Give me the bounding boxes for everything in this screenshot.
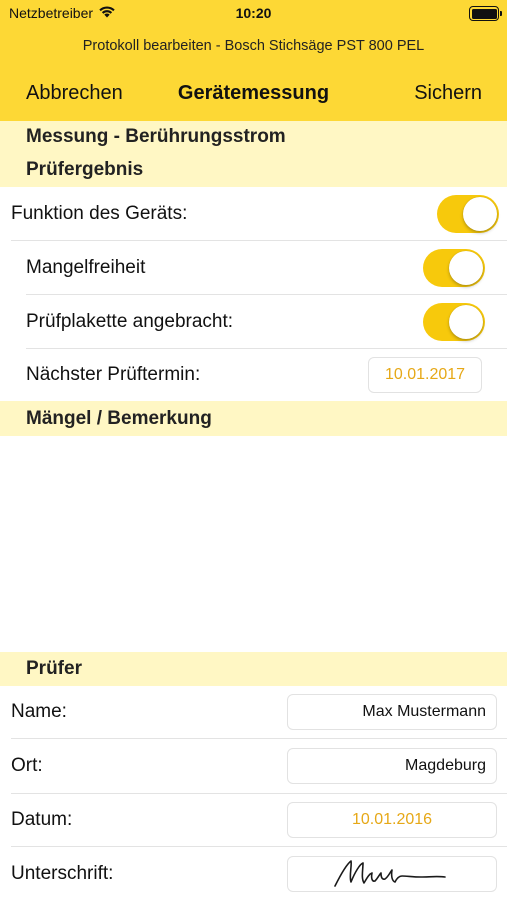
section-result-label: Prüfergebnis — [26, 159, 144, 180]
section-header-measurement: Messung - Berührungsstrom — [0, 121, 507, 153]
signature-field[interactable] — [287, 856, 497, 892]
date-field[interactable]: 10.01.2016 — [287, 802, 497, 838]
defects-notes-textarea[interactable] — [0, 436, 507, 652]
date-label: Datum: — [11, 809, 73, 830]
section-measurement-label: Messung - Berührungsstrom — [26, 126, 286, 147]
status-bar: Netzbetreiber 10:20 — [0, 0, 507, 28]
cancel-button[interactable]: Abbrechen — [26, 82, 123, 105]
place-field[interactable]: Magdeburg — [287, 748, 497, 784]
protocol-subtitle: Protokoll bearbeiten - Bosch Stichsäge P… — [82, 38, 425, 54]
sticker-label: Prüfplakette angebracht: — [26, 311, 234, 332]
header-bar: Netzbetreiber 10:20 Protokoll bearbeiten… — [0, 0, 507, 121]
next-date-field[interactable]: 10.01.2017 — [368, 357, 482, 393]
function-label: Funktion des Geräts: — [11, 203, 188, 224]
save-button[interactable]: Sichern — [414, 82, 482, 105]
navigation-bar: Abbrechen Gerätemessung Sichern — [0, 76, 507, 116]
section-header-inspector: Prüfer — [0, 652, 507, 686]
name-field[interactable]: Max Mustermann — [287, 694, 497, 730]
battery-icon — [469, 6, 502, 21]
section-header-result: Prüfergebnis — [0, 153, 507, 187]
section-header-defects: Mängel / Bemerkung — [0, 401, 507, 436]
place-label: Ort: — [11, 755, 43, 776]
section-inspector-label: Prüfer — [26, 658, 82, 679]
defect-free-toggle[interactable] — [423, 249, 485, 287]
signature-label: Unterschrift: — [11, 862, 114, 884]
name-label: Name: — [11, 701, 67, 722]
sticker-toggle[interactable] — [423, 303, 485, 341]
defect-free-label: Mangelfreiheit — [26, 257, 146, 278]
function-row: Funktion des Geräts: — [0, 187, 507, 241]
section-defects-label: Mängel / Bemerkung — [26, 407, 212, 429]
function-toggle[interactable] — [437, 195, 499, 233]
status-time: 10:20 — [235, 5, 272, 21]
handwritten-signature — [334, 860, 446, 887]
next-date-label: Nächster Prüftermin: — [26, 364, 201, 385]
